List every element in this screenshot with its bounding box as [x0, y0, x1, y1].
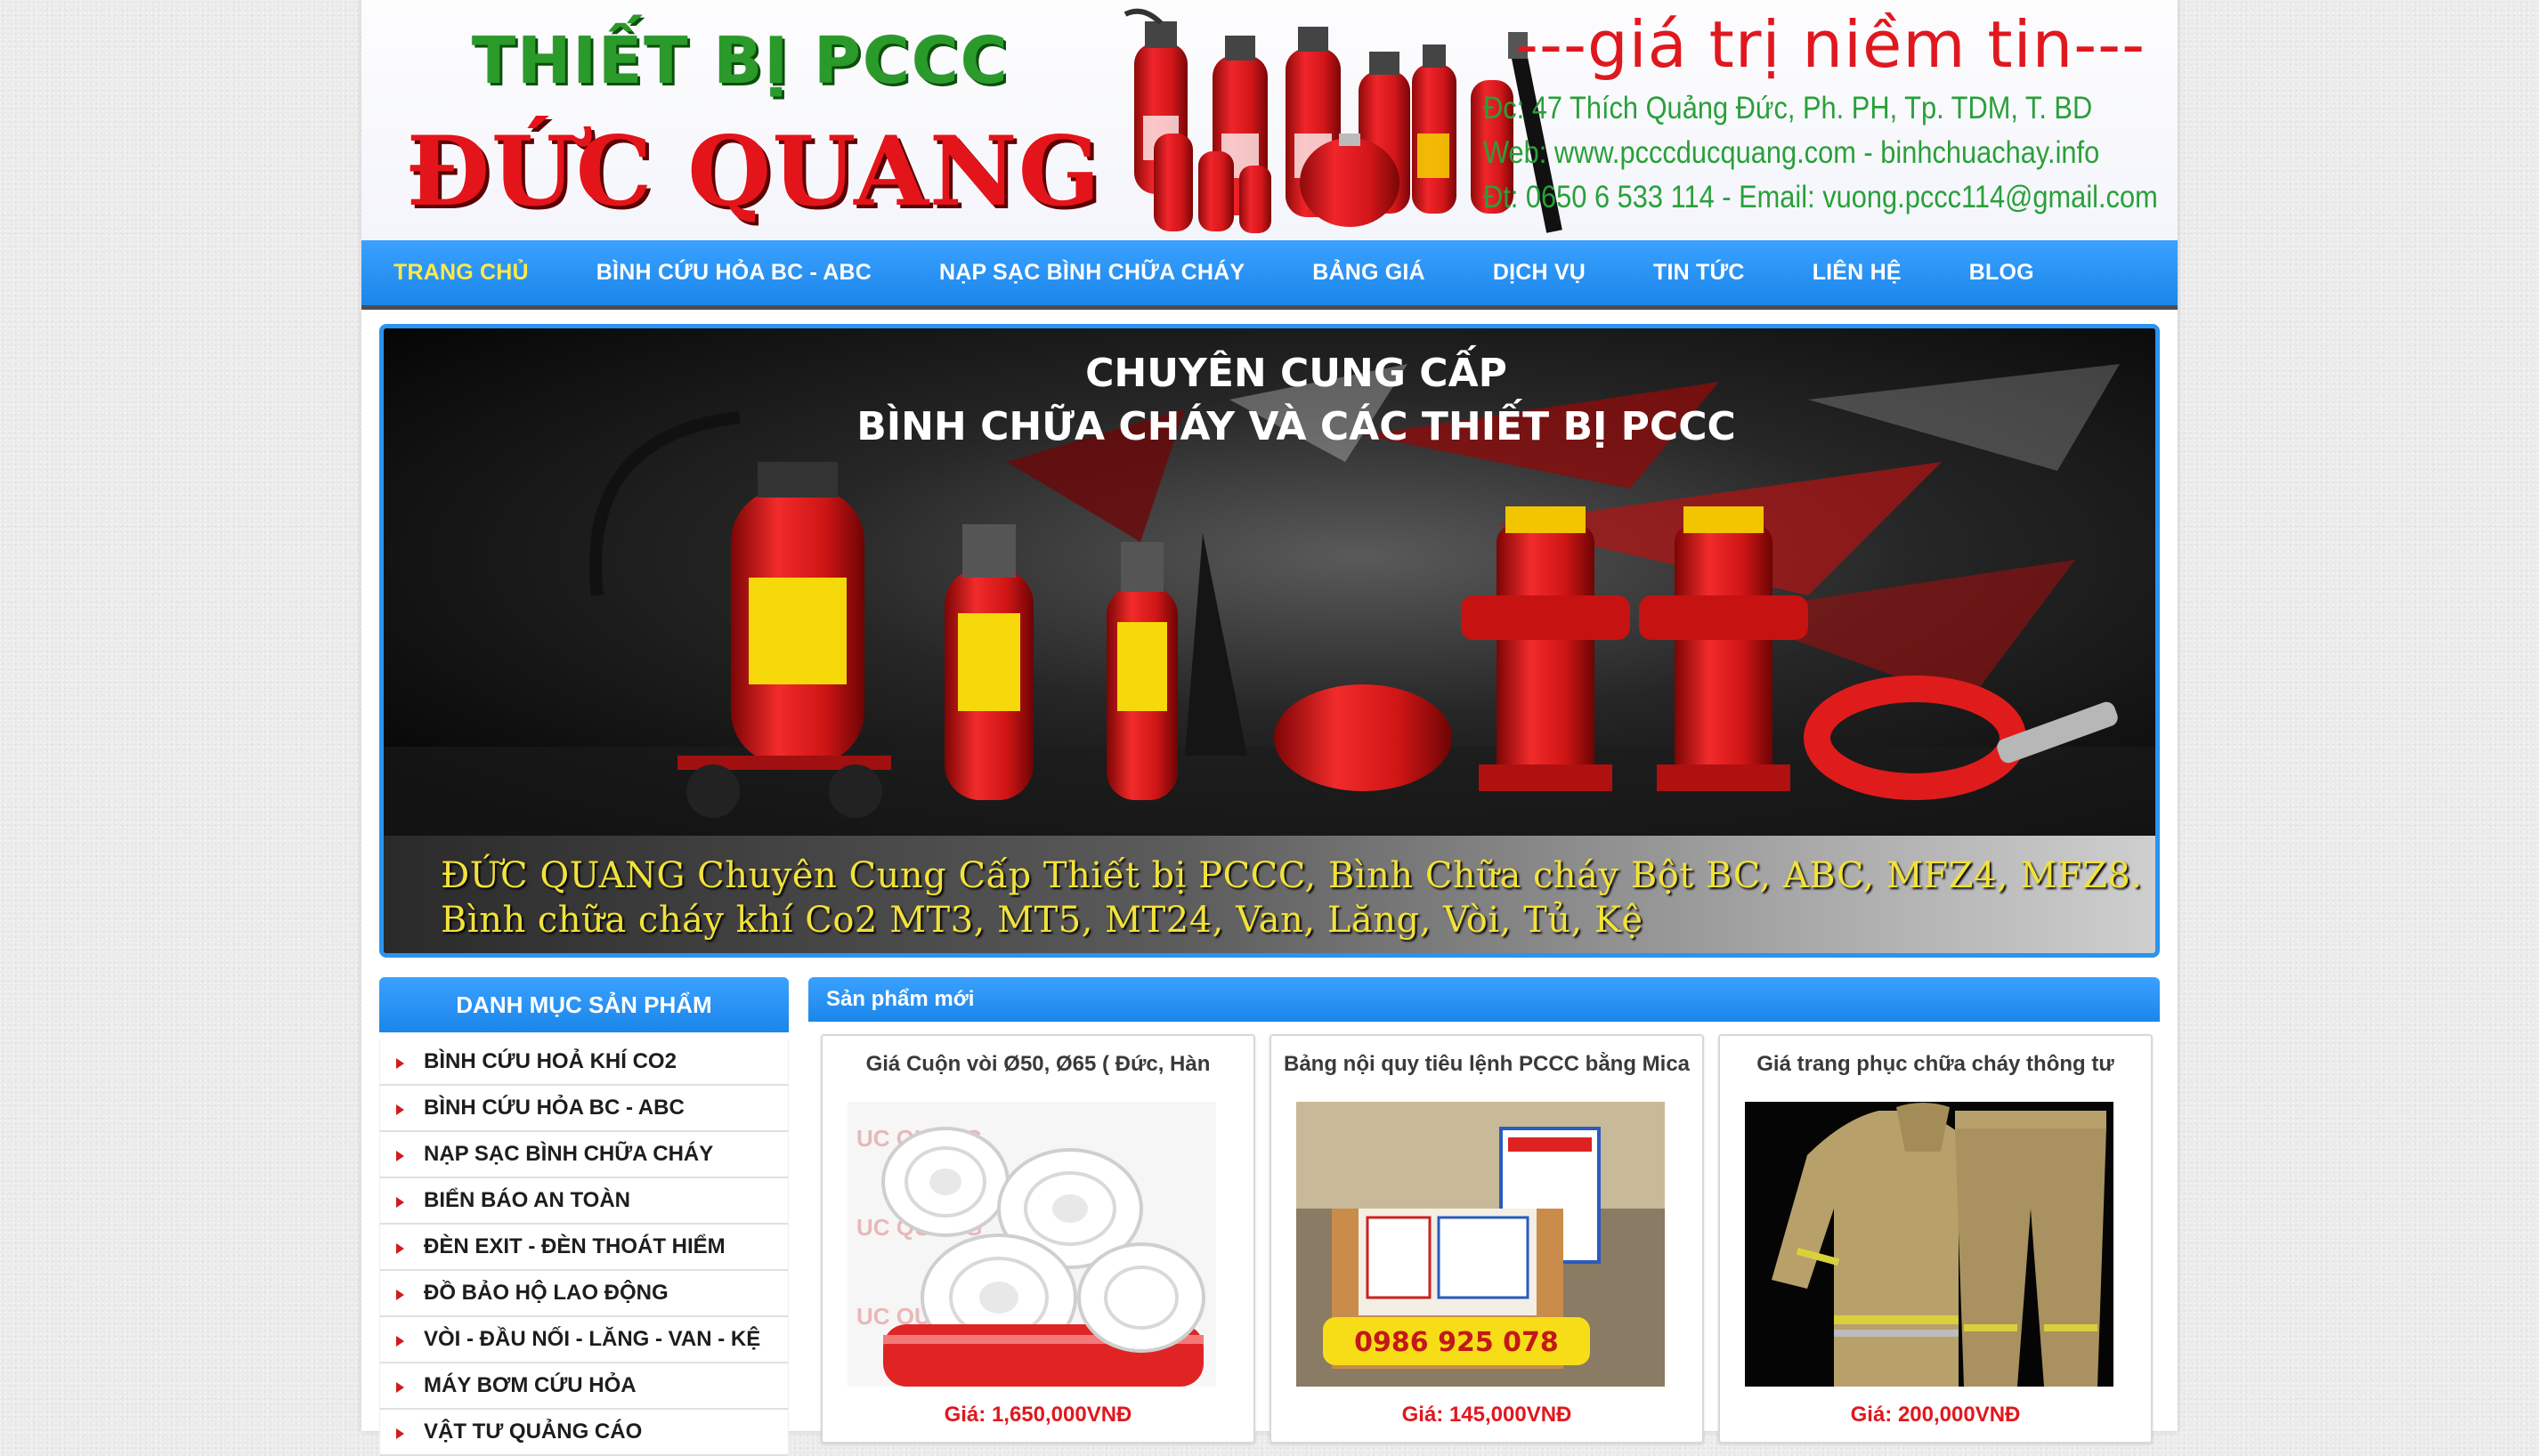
- product-name[interactable]: Giá trang phục chữa cháy thông tư: [1720, 1052, 2151, 1077]
- hero-caption-line-2: Bình chữa cháy khí Co2 MT3, MT5, MT24, V…: [441, 900, 1643, 941]
- arrow-right-icon: [396, 1104, 404, 1115]
- category-exit-lights[interactable]: ĐÈN EXIT - ĐÈN THOÁT HIỂM: [379, 1225, 789, 1271]
- hero-banner-image: CHUYÊN CUNG CẤP BÌNH CHỮA CHÁY VÀ CÁC TH…: [384, 328, 2155, 836]
- arrow-right-icon: [396, 1335, 404, 1347]
- product-image-pccc-signboard[interactable]: 0986 925 078: [1296, 1102, 1665, 1387]
- category-label: ĐÈN EXIT - ĐÈN THOÁT HIỂM: [424, 1234, 726, 1258]
- website-line: Web: www.pcccducquang.com - binhchuachay…: [1483, 135, 2100, 170]
- arrow-right-icon: [396, 1057, 404, 1069]
- product-price: Giá: 145,000VNĐ: [1401, 1403, 1572, 1427]
- category-label: BÌNH CỨU HOẢ KHÍ CO2: [424, 1049, 677, 1073]
- product-price: Giá: 200,000VNĐ: [1850, 1403, 2021, 1427]
- address-line: Đc: 47 Thích Quảng Đức, Ph. PH, Tp. TDM,…: [1483, 91, 2093, 125]
- product-price: Giá: 1,650,000VNĐ: [944, 1403, 1132, 1427]
- nav-bc-abc-extinguishers[interactable]: BÌNH CỨU HỎA BC - ABC: [596, 260, 872, 286]
- brand-subtitle: THIẾT BỊ PCCC: [472, 23, 1010, 98]
- nav-news[interactable]: TIN TỨC: [1653, 260, 1745, 286]
- category-label: BÌNH CỨU HỎA BC - ABC: [424, 1096, 685, 1120]
- category-hoses-valves[interactable]: VÒI - ĐẦU NỐI - LĂNG - VAN - KỆ: [379, 1317, 789, 1363]
- category-advertising[interactable]: VẬT TƯ QUẢNG CÁO: [379, 1410, 789, 1456]
- category-protective-gear[interactable]: ĐỒ BẢO HỘ LAO ĐỘNG: [379, 1271, 789, 1317]
- nav-blog[interactable]: BLOG: [1969, 260, 2034, 286]
- category-safety-signs[interactable]: BIỂN BÁO AN TOÀN: [379, 1178, 789, 1225]
- product-phone: 0986 925 078: [1354, 1327, 1559, 1358]
- product-card[interactable]: Bảng nội quy tiêu lệnh PCCC bằng Mica 09…: [1270, 1034, 1704, 1444]
- hero-caption-line-1: ĐỨC QUANG Chuyên Cung Cấp Thiết bị PCCC,…: [441, 855, 2143, 896]
- nav-price-list[interactable]: BẢNG GIÁ: [1312, 260, 1425, 286]
- category-bc-abc[interactable]: BÌNH CỨU HỎA BC - ABC: [379, 1086, 789, 1132]
- hero-headline-1: CHUYÊN CUNG CẤP: [1085, 344, 1507, 396]
- product-card[interactable]: Giá Cuộn vòi Ø50, Ø65 ( Đức, Hàn UC QUAN…: [821, 1034, 1255, 1444]
- hero-headline-2: BÌNH CHỮA CHÁY VÀ CÁC THIẾT BỊ PCCC: [856, 398, 1736, 449]
- hero-slider[interactable]: CHUYÊN CUNG CẤP BÌNH CHỮA CHÁY VÀ CÁC TH…: [379, 324, 2160, 958]
- arrow-right-icon: [396, 1428, 404, 1439]
- category-label: NẠP SẠC BÌNH CHỮA CHÁY: [424, 1142, 714, 1166]
- arrow-right-icon: [396, 1150, 404, 1161]
- product-name[interactable]: Bảng nội quy tiêu lệnh PCCC bằng Mica: [1271, 1052, 1702, 1077]
- product-card[interactable]: Giá trang phục chữa cháy thông tư Giá: 2…: [1718, 1034, 2153, 1444]
- hero-caption: ĐỨC QUANG Chuyên Cung Cấp Thiết bị PCCC,…: [384, 836, 2155, 953]
- category-label: VÒI - ĐẦU NỐI - LĂNG - VAN - KỆ: [424, 1327, 761, 1351]
- category-recharge[interactable]: NẠP SẠC BÌNH CHỮA CHÁY: [379, 1132, 789, 1178]
- arrow-right-icon: [396, 1381, 404, 1393]
- brand-name: ĐỨC QUANG: [406, 116, 1101, 228]
- category-label: ĐỒ BẢO HỘ LAO ĐỘNG: [424, 1281, 669, 1305]
- nav-recharge[interactable]: NẠP SẠC BÌNH CHỮA CHÁY: [939, 260, 1245, 286]
- arrow-right-icon: [396, 1242, 404, 1254]
- nav-services[interactable]: DỊCH VỤ: [1493, 260, 1586, 286]
- product-image-fire-hose[interactable]: UC QUANG UC QUANG UC QUANG: [848, 1102, 1216, 1387]
- sidebar-title: DANH MỤC SẢN PHẨM: [379, 977, 789, 1032]
- product-image-firefighter-suit[interactable]: [1745, 1102, 2113, 1387]
- site-header-banner[interactable]: THIẾT BỊ PCCC ĐỨC QUANG ---giá trị niềm …: [361, 0, 2178, 240]
- nav-home[interactable]: TRANG CHỦ: [393, 260, 529, 286]
- product-name[interactable]: Giá Cuộn vòi Ø50, Ø65 ( Đức, Hàn: [823, 1052, 1253, 1077]
- category-list: BÌNH CỨU HOẢ KHÍ CO2 BÌNH CỨU HỎA BC - A…: [379, 1039, 789, 1456]
- arrow-right-icon: [396, 1289, 404, 1300]
- nav-contact[interactable]: LIÊN HỆ: [1813, 260, 1902, 286]
- new-products-title: Sản phẩm mới: [808, 977, 2160, 1022]
- category-label: MÁY BƠM CỨU HỎA: [424, 1373, 637, 1397]
- phone-email-line: Đt: 0650 6 533 114 - Email: vuong.pccc11…: [1483, 180, 2158, 214]
- category-fire-pumps[interactable]: MÁY BƠM CỨU HỎA: [379, 1363, 789, 1410]
- category-label: BIỂN BÁO AN TOÀN: [424, 1188, 631, 1212]
- category-co2[interactable]: BÌNH CỨU HOẢ KHÍ CO2: [379, 1039, 789, 1086]
- main-nav: TRANG CHỦ BÌNH CỨU HỎA BC - ABC NẠP SẠC …: [361, 240, 2178, 310]
- page-container: THIẾT BỊ PCCC ĐỨC QUANG ---giá trị niềm …: [361, 0, 2178, 1456]
- arrow-right-icon: [396, 1196, 404, 1208]
- slogan: ---giá trị niềm tin---: [1515, 7, 2146, 82]
- category-label: VẬT TƯ QUẢNG CÁO: [424, 1420, 643, 1444]
